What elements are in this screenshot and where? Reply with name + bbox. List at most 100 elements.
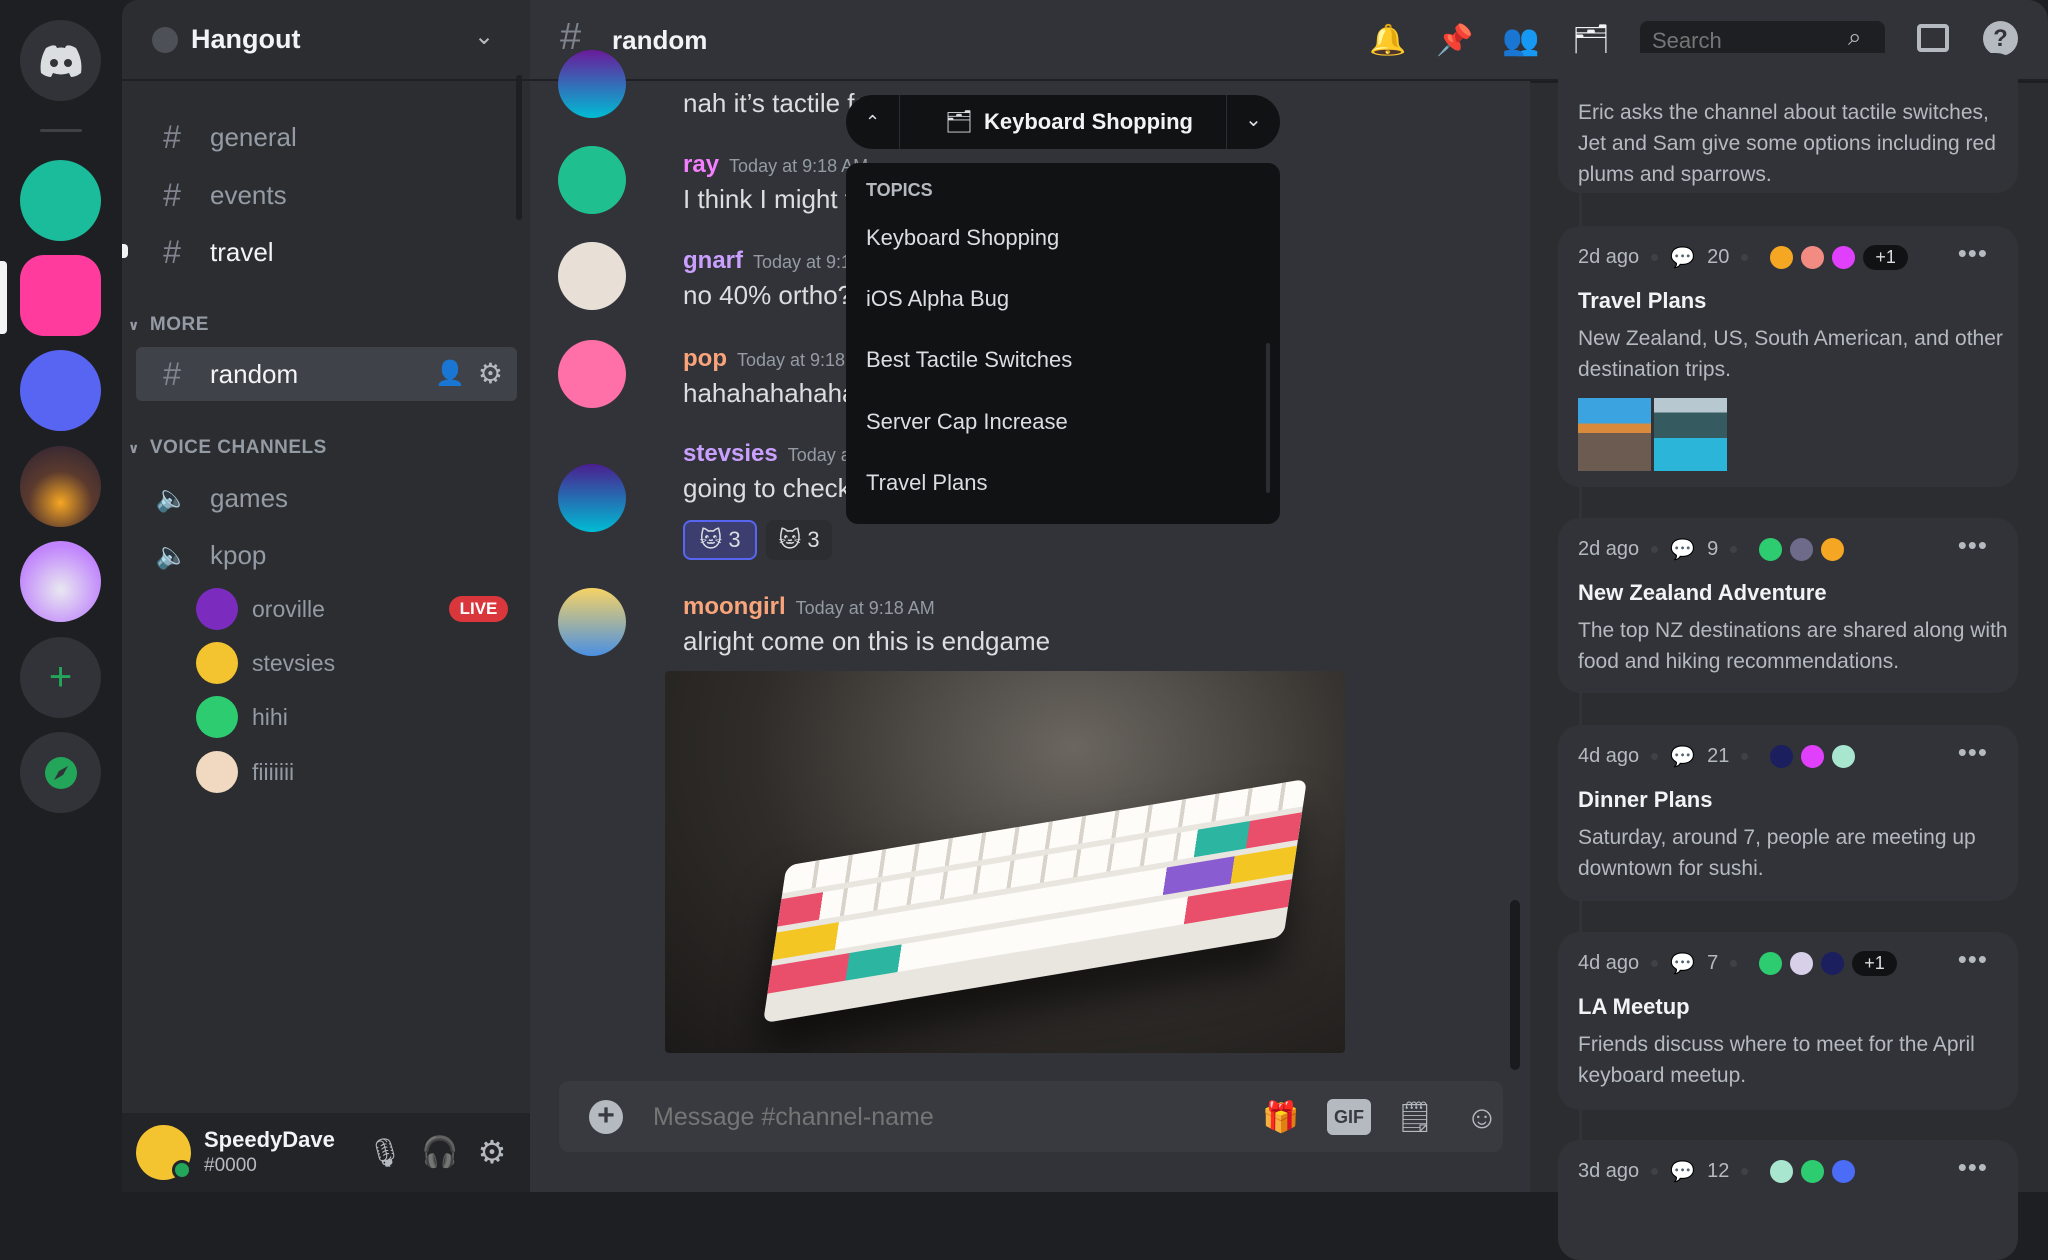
sticker-icon[interactable]: 🗒 bbox=[1395, 1097, 1435, 1137]
topic-item[interactable]: Best Tactile Switches bbox=[866, 347, 1072, 373]
summary-card[interactable]: 2d ago 💬 9 ••• New Zealand Adventure The t… bbox=[1558, 518, 2018, 693]
summary-card[interactable]: 4d ago 💬 21 ••• Dinner Plans Saturday, aro… bbox=[1558, 725, 2018, 901]
avatar[interactable] bbox=[558, 588, 626, 656]
category-more[interactable]: ∨ MORE bbox=[128, 314, 209, 336]
keyboard-photo[interactable] bbox=[665, 671, 1345, 1053]
author-name[interactable]: pop bbox=[683, 345, 727, 372]
avatar bbox=[196, 642, 238, 684]
topic-item[interactable]: Keyboard Shopping bbox=[866, 225, 1059, 251]
participant-avatar bbox=[1799, 244, 1827, 271]
summary-description: New Zealand, US, South American, and oth… bbox=[1578, 327, 2003, 381]
chat-bubble-icon: 💬 bbox=[1670, 953, 1696, 975]
add-attachment-button[interactable]: + bbox=[589, 1100, 623, 1134]
server-icon[interactable] bbox=[20, 350, 101, 431]
chat-scrollbar[interactable] bbox=[1510, 900, 1520, 1070]
avatar[interactable] bbox=[558, 340, 626, 408]
channel-events[interactable]: # events bbox=[136, 168, 517, 222]
server-icon[interactable] bbox=[20, 446, 101, 527]
voice-user-name: stevsies bbox=[252, 649, 336, 676]
summary-card[interactable]: 3d ago 💬 12 ••• bbox=[1558, 1140, 2018, 1260]
chevron-icon: ∨ bbox=[128, 439, 140, 456]
thumbnail-road[interactable] bbox=[1578, 398, 1651, 471]
reaction-button[interactable]: 🐱 3 bbox=[766, 520, 832, 560]
voice-user[interactable]: stevsies bbox=[196, 642, 335, 684]
more-options-icon[interactable]: ••• bbox=[1958, 1152, 1988, 1183]
more-options-icon[interactable]: ••• bbox=[1958, 737, 1988, 768]
current-topic[interactable]: Keyboard Shopping bbox=[984, 109, 1193, 135]
channel-label: events bbox=[210, 179, 287, 210]
chevron-down-icon[interactable]: ⌄ bbox=[474, 22, 494, 51]
category-voice[interactable]: ∨ VOICE CHANNELS bbox=[128, 437, 327, 459]
participant-avatar bbox=[1799, 743, 1827, 770]
gift-icon[interactable]: 🎁 bbox=[1261, 1097, 1301, 1137]
participant-avatar bbox=[1768, 743, 1796, 770]
summaries-panel: Eric asks the channel about tactile swit… bbox=[1530, 53, 2048, 1260]
author-name[interactable]: stevsies bbox=[683, 440, 778, 467]
chat-area: # random nah it’s tactile for ray Today a… bbox=[530, 0, 1530, 1192]
search-input[interactable] bbox=[1652, 25, 1842, 56]
server-name: Hangout bbox=[191, 24, 301, 54]
reaction-count: 3 bbox=[728, 527, 741, 552]
channel-random[interactable]: # random 👤 ⚙ bbox=[136, 347, 517, 401]
invite-icon[interactable]: 👤 bbox=[435, 359, 465, 388]
topic-item[interactable]: iOS Alpha Bug bbox=[866, 286, 1009, 312]
chevron-down-icon[interactable]: ⌄ bbox=[1226, 95, 1280, 149]
voice-user[interactable]: fiiiiiii bbox=[196, 751, 294, 793]
more-options-icon[interactable]: ••• bbox=[1958, 944, 1988, 975]
members-icon[interactable]: 👥 bbox=[1501, 20, 1541, 60]
pin-icon[interactable]: 📌 bbox=[1435, 20, 1475, 60]
channel-general[interactable]: # general bbox=[136, 110, 517, 164]
topic-item[interactable]: Travel Plans bbox=[866, 470, 987, 496]
more-options-icon[interactable]: ••• bbox=[1958, 530, 1988, 561]
participant-avatar bbox=[1799, 1158, 1827, 1185]
message-input[interactable] bbox=[653, 1095, 1153, 1139]
voice-channel-games[interactable]: 🔈 games bbox=[136, 471, 517, 525]
author-name[interactable]: ray bbox=[683, 151, 719, 178]
message-composer: + 🎁 GIF 🗒 ☺ bbox=[559, 1081, 1503, 1152]
gear-icon[interactable]: ⚙ bbox=[478, 357, 503, 390]
avatar bbox=[196, 751, 238, 793]
more-options-icon[interactable]: ••• bbox=[1958, 238, 1988, 269]
dropdown-scrollbar[interactable] bbox=[1266, 343, 1270, 493]
participant-avatar bbox=[1768, 1158, 1796, 1185]
server-header[interactable]: Hangout ⌄ bbox=[122, 0, 530, 81]
hash-icon: # bbox=[163, 355, 181, 392]
headphones-icon[interactable]: 🎧 bbox=[421, 1133, 458, 1171]
avatar[interactable] bbox=[558, 146, 626, 214]
summary-title: LA Meetup bbox=[1578, 994, 1690, 1019]
thumbnail-lake[interactable] bbox=[1654, 398, 1727, 471]
gear-icon[interactable]: ⚙ bbox=[474, 1133, 510, 1171]
channel-travel[interactable]: # travel bbox=[136, 225, 517, 279]
summary-card[interactable]: 2d ago 💬 20 +1 ••• Travel Plans New Zealand… bbox=[1558, 226, 2018, 487]
bell-icon[interactable]: 🔔 bbox=[1368, 20, 1408, 60]
avatar[interactable] bbox=[558, 464, 626, 532]
summary-title: New Zealand Adventure bbox=[1578, 580, 1827, 605]
add-server-button[interactable]: + bbox=[20, 637, 101, 718]
channel-label: games bbox=[210, 482, 289, 513]
home-button[interactable] bbox=[20, 20, 101, 101]
explore-button[interactable] bbox=[20, 732, 101, 813]
chevron-up-icon[interactable]: ⌃ bbox=[846, 95, 900, 149]
summary-card[interactable]: Eric asks the channel about tactile swit… bbox=[1558, 53, 2018, 193]
discord-logo-icon bbox=[40, 44, 81, 77]
author-name[interactable]: gnarf bbox=[683, 247, 743, 274]
reaction-button[interactable]: 🐱 3 bbox=[683, 520, 757, 560]
inbox-icon[interactable] bbox=[1917, 24, 1949, 52]
help-icon[interactable]: ? bbox=[1983, 21, 2018, 56]
server-icon[interactable] bbox=[20, 541, 101, 622]
server-icon[interactable] bbox=[20, 160, 101, 241]
author-name[interactable]: moongirl bbox=[683, 593, 786, 620]
avatar bbox=[196, 696, 238, 738]
microphone-icon[interactable]: 🎙 bbox=[367, 1133, 403, 1171]
emoji-icon[interactable]: ☺ bbox=[1462, 1097, 1502, 1137]
voice-user[interactable]: oroville bbox=[196, 588, 325, 630]
gif-button[interactable]: GIF bbox=[1327, 1099, 1371, 1135]
summary-card[interactable]: 4d ago 💬 7 +1 ••• LA Meetup Friends discuss… bbox=[1558, 932, 2018, 1110]
avatar[interactable] bbox=[558, 50, 626, 118]
topic-item[interactable]: Server Cap Increase bbox=[866, 409, 1068, 435]
cat-emoji-icon: 🐱 bbox=[778, 527, 802, 552]
avatar[interactable] bbox=[558, 242, 626, 310]
server-icon-selected[interactable] bbox=[20, 255, 101, 336]
voice-user[interactable]: hihi bbox=[196, 696, 288, 738]
voice-channel-kpop[interactable]: 🔈 kpop bbox=[136, 528, 517, 582]
